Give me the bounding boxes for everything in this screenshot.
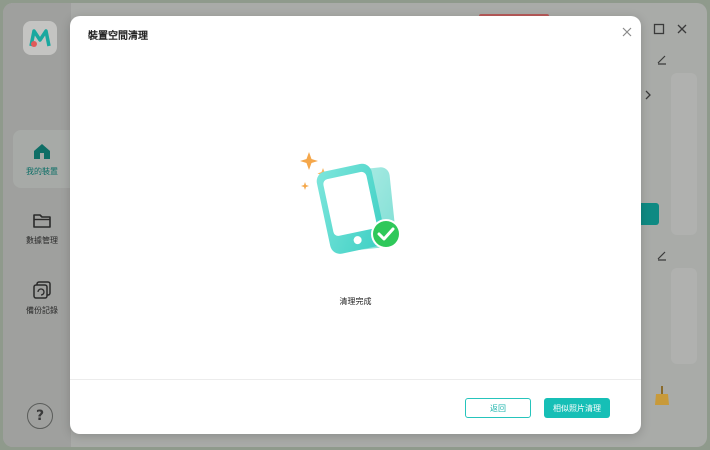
help-icon: ?	[35, 408, 45, 424]
maximize-icon[interactable]	[653, 23, 665, 35]
sparkle-icon	[301, 182, 309, 190]
sparkle-icon	[300, 152, 318, 170]
backup-icon	[33, 281, 51, 299]
help-button[interactable]: ?	[27, 403, 53, 429]
footer-divider	[70, 379, 641, 380]
sidebar-item-label: 備份記錄	[26, 306, 58, 315]
cleanup-complete-illustration	[300, 152, 401, 254]
background-accent-button	[639, 203, 659, 225]
sidebar-item-label: 我的裝置	[26, 166, 58, 176]
background-card	[671, 73, 697, 235]
cleanup-status-text: 清理完成	[339, 297, 372, 306]
home-icon	[34, 143, 50, 159]
sidebar-item-my-device[interactable]: 我的裝置	[13, 130, 71, 188]
cleanup-dialog: 裝置空間清理 清理完成 返回 相似照片清理	[70, 16, 641, 434]
edit-icon[interactable]	[656, 249, 668, 261]
back-button[interactable]: 返回	[465, 398, 531, 418]
similar-photos-cleanup-button[interactable]: 相似照片清理	[544, 398, 610, 418]
sidebar-item-label: 數據管理	[26, 236, 58, 245]
folder-icon	[33, 214, 51, 228]
background-card	[671, 268, 697, 364]
app-logo	[23, 21, 57, 55]
sidebar-item-backup-records[interactable]: 備份記錄	[13, 269, 71, 327]
edit-icon[interactable]	[656, 53, 668, 65]
sidebar: 我的裝置 數據管理 備份記錄 ?	[3, 3, 71, 447]
dialog-title: 裝置空間清理	[88, 31, 148, 42]
chevron-right-icon[interactable]	[643, 89, 653, 101]
broom-icon	[655, 386, 669, 405]
close-window-icon[interactable]	[676, 23, 688, 35]
close-icon[interactable]	[621, 26, 633, 38]
sidebar-item-data-management[interactable]: 數據管理	[13, 200, 71, 258]
